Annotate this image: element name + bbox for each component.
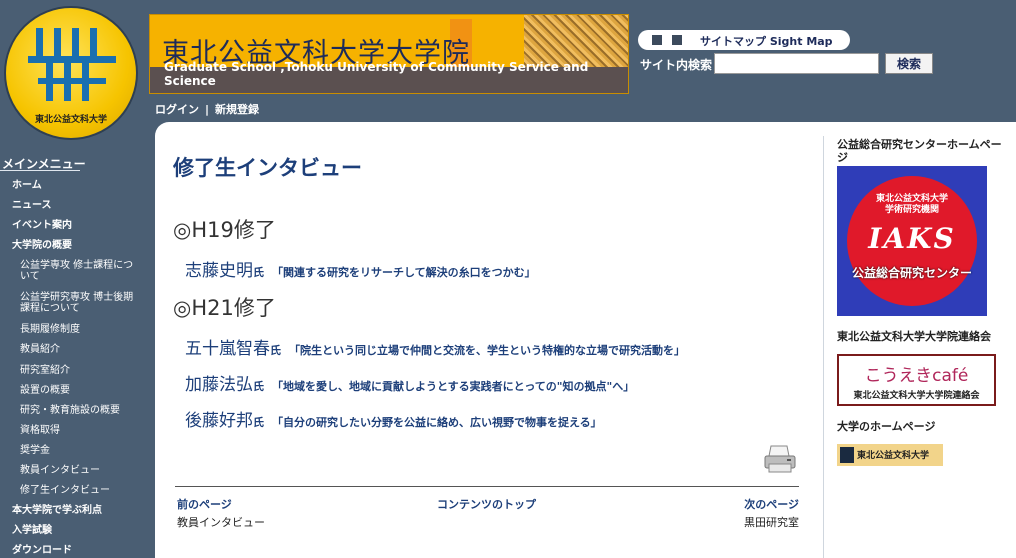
interview-item[interactable]: 五十嵐智春氏 「院生という同じ立場で仲間と交流を、学生という特権的な立場で研究活動…: [185, 334, 685, 359]
sidebar-item-home[interactable]: ホーム: [12, 180, 42, 191]
sidebar-item-scholarship[interactable]: 奨学金: [20, 445, 142, 456]
interviewee-name[interactable]: 五十嵐智春: [185, 339, 270, 359]
sidebar-item-overview[interactable]: 大学院の概要: [12, 240, 72, 251]
univ-heading: 大学のホームページ: [837, 420, 936, 433]
sidebar-item-faculty-interview[interactable]: 教員インタビュー: [20, 465, 142, 476]
interview-item[interactable]: 後藤好邦氏 「自分の研究したい分野を公益に絡め、広い視野で物事を捉える」: [185, 406, 602, 431]
next-page-title: 黒田研究室: [744, 516, 799, 529]
sidebar-item-doctoral[interactable]: 公益学研究専攻 博士後期課程について: [20, 292, 142, 314]
iaks-top-text: 東北公益文科大学 学術研究機関: [875, 194, 948, 215]
sidebar-item-facilities[interactable]: 研究・教育施設の概要: [20, 405, 142, 416]
separator: |: [205, 103, 210, 116]
contents-top-nav[interactable]: コンテンツのトップ: [437, 496, 536, 512]
sidebar-item-graduate-interview[interactable]: 修了生インタビュー: [20, 485, 142, 496]
prev-page-link[interactable]: 前のページ: [177, 496, 265, 512]
banner-strip: Graduate School ,Tohoku University of Co…: [150, 60, 628, 93]
user-links: ログイン | 新規登録: [155, 101, 259, 117]
site-banner[interactable]: 東北公益文科大学大学院 Graduate School ,Tohoku Univ…: [149, 14, 629, 94]
main-content: 修了生インタビュー ◎H19修了 志藤史明氏 「関連する研究をリサーチして解決の糸…: [155, 122, 1016, 558]
divider: [0, 170, 80, 171]
interview-title[interactable]: 「関連する研究をリサーチして解決の糸口をつかむ」: [272, 266, 536, 279]
page-title: 修了生インタビュー: [173, 156, 362, 180]
sidebar-item-admission[interactable]: 入学試験: [12, 525, 52, 536]
university-logo[interactable]: 東北公益文科大学: [4, 6, 138, 140]
logo-text: 東北公益文科大学: [34, 115, 107, 125]
sidebar-item-qualifications[interactable]: 資格取得: [20, 425, 142, 436]
logo-mark-icon: [840, 447, 854, 463]
printer-icon[interactable]: [763, 444, 797, 474]
sidebar-item-masters[interactable]: 公益学専攻 修士課程について: [20, 260, 142, 282]
sitemap-label: サイトマップ Sight Map: [700, 35, 833, 48]
iaks-logo-text: IAKS: [868, 222, 956, 255]
interview-title[interactable]: 「地域を愛し、地域に貢献しようとする実践者にとっての"知の拠点"へ」: [272, 380, 634, 393]
cafe-banner[interactable]: こうえきcafé 東北公益文科大学大学院連絡会: [837, 354, 996, 406]
square-icon: [652, 35, 662, 45]
interviewee-name[interactable]: 加藤法弘: [185, 375, 253, 395]
cafe-logo-text: こうえきcafé: [864, 366, 969, 386]
section-heading: ◎H19修了: [173, 218, 276, 242]
interview-title[interactable]: 「自分の研究したい分野を公益に絡め、広い視野で物事を捉える」: [272, 416, 602, 429]
cafe-heading: 東北公益文科大学大学院連絡会: [837, 330, 991, 343]
sidebar-item-benefits[interactable]: 本大学院で学ぶ利点: [12, 505, 102, 516]
sidebar-item-download[interactable]: ダウンロード: [12, 545, 72, 556]
next-page-nav[interactable]: 次のページ 黒田研究室: [735, 496, 799, 530]
honorific: 氏: [253, 380, 264, 393]
iaks-banner[interactable]: 東北公益文科大学 学術研究機関 IAKS 公益総合研究センター: [837, 166, 987, 316]
login-link[interactable]: ログイン: [155, 103, 199, 116]
sitemap-link[interactable]: サイトマップ Sight Map: [638, 30, 850, 50]
sidebar-item-long-term[interactable]: 長期履修制度: [20, 324, 142, 335]
square-icon: [672, 35, 682, 45]
section-heading: ◎H21修了: [173, 296, 276, 320]
search-button[interactable]: 検索: [885, 53, 933, 74]
sidebar-item-labs[interactable]: 研究室紹介: [20, 365, 142, 376]
register-link[interactable]: 新規登録: [215, 103, 259, 116]
interview-item[interactable]: 加藤法弘氏 「地域を愛し、地域に貢献しようとする実践者にとっての"知の拠点"へ」: [185, 370, 634, 395]
sidebar-item-faculty[interactable]: 教員紹介: [20, 344, 142, 355]
column-divider: [823, 136, 824, 558]
sidebar-item-news[interactable]: ニュース: [12, 200, 52, 211]
interviewee-name[interactable]: 志藤史明: [185, 261, 253, 281]
interviewee-name[interactable]: 後藤好邦: [185, 411, 253, 431]
search-input[interactable]: [714, 53, 879, 74]
interview-item[interactable]: 志藤史明氏 「関連する研究をリサーチして解決の糸口をつかむ」: [185, 256, 536, 281]
honorific: 氏: [253, 266, 264, 279]
search-label: サイト内検索: [640, 58, 713, 72]
university-home-banner[interactable]: 東北公益文科大学: [837, 444, 943, 466]
honorific: 氏: [270, 344, 281, 357]
next-page-link[interactable]: 次のページ: [735, 496, 799, 512]
prev-page-title: 教員インタビュー: [177, 516, 265, 529]
honorific: 氏: [253, 416, 264, 429]
university-badge-text: 東北公益文科大学: [857, 451, 930, 461]
banner-subtitle: Graduate School ,Tohoku University of Co…: [164, 60, 589, 88]
prev-page-nav[interactable]: 前のページ 教員インタビュー: [177, 496, 265, 530]
divider: [175, 486, 799, 487]
center-heading: 公益総合研究センターホームページ: [837, 138, 1002, 164]
iaks-bottom-text: 公益総合研究センター: [851, 266, 972, 280]
interview-title[interactable]: 「院生という同じ立場で仲間と交流を、学生という特権的な立場で研究活動を」: [289, 344, 685, 357]
sidebar-item-events[interactable]: イベント案内: [12, 220, 72, 231]
cafe-org-text: 東北公益文科大学大学院連絡会: [853, 391, 980, 401]
logo-mark-icon: [28, 28, 116, 101]
contents-top-link[interactable]: コンテンツのトップ: [437, 496, 536, 512]
sidebar-item-establishment[interactable]: 設置の概要: [20, 385, 142, 396]
